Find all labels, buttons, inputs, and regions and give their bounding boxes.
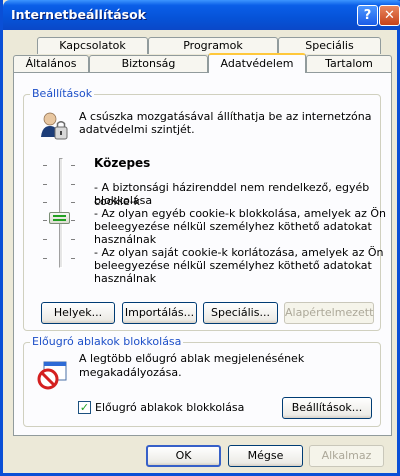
- ok-button[interactable]: OK: [146, 445, 221, 467]
- dialog-window: Internetbeállítások ? ✕ Kapcsolatok Prog…: [0, 0, 400, 476]
- popup-desc: A legtöbb előugró ablak megjelenésének m…: [79, 352, 305, 379]
- desc-line: használnak: [94, 272, 157, 285]
- privacy-level-title: Közepes: [94, 156, 151, 170]
- desc-line: - Az olyan saját cookie-k korlátozása, a…: [94, 246, 384, 259]
- import-button[interactable]: Importálás...: [122, 302, 197, 324]
- popup-block-checkbox[interactable]: ✓: [78, 401, 91, 414]
- popup-settings-button[interactable]: Beállítások...: [282, 397, 372, 419]
- slider-tick: [71, 165, 75, 166]
- tab-programok[interactable]: Programok: [148, 37, 278, 54]
- slider-tick: [43, 220, 47, 221]
- slider-tick: [71, 239, 75, 240]
- slider-tick: [43, 202, 47, 203]
- desc-line: blokkolása: [94, 194, 153, 207]
- slider-tick: [43, 258, 47, 259]
- slider-tick: [71, 258, 75, 259]
- tab-kapcsolatok[interactable]: Kapcsolatok: [37, 37, 148, 54]
- slider-tick: [43, 239, 47, 240]
- sites-button[interactable]: Helyek...: [41, 302, 115, 324]
- tab-specialis[interactable]: Speciális: [278, 37, 381, 54]
- slider-tick: [43, 165, 47, 166]
- tab-adatvedelem[interactable]: Adatvédelem: [208, 53, 306, 73]
- default-button[interactable]: Alapértelmezett: [284, 302, 374, 324]
- advanced-button[interactable]: Speciális...: [203, 302, 278, 324]
- slider-tick: [71, 184, 75, 185]
- desc-line: beleegyezése nélkül személyhez köthető a…: [94, 259, 372, 272]
- desc-line: használnak: [94, 233, 157, 246]
- help-button[interactable]: ?: [357, 5, 378, 26]
- popup-block-label[interactable]: Előugró ablakok blokkolása: [95, 401, 244, 415]
- intro-text-line1: A csúszka mozgatásával állíthatja be az …: [79, 110, 372, 123]
- tab-altalanos[interactable]: Általános: [13, 55, 89, 72]
- slider-thumb[interactable]: [49, 212, 70, 224]
- window-title: Internetbeállítások: [11, 7, 146, 22]
- tab-tartalom[interactable]: Tartalom: [306, 55, 392, 72]
- tab-biztonsag[interactable]: Biztonság: [89, 55, 208, 72]
- intro-text-line2: adatvédelmi szintjét.: [79, 123, 195, 136]
- apply-button[interactable]: Alkalmaz: [309, 445, 384, 467]
- settings-group-label: Beállítások: [30, 87, 95, 100]
- close-button[interactable]: ✕: [379, 5, 400, 26]
- popup-group-label: Előugró ablakok blokkolása: [30, 335, 184, 348]
- slider-tick: [71, 202, 75, 203]
- cancel-button[interactable]: Mégse: [228, 445, 303, 467]
- title-bar[interactable]: Internetbeállítások ? ✕: [3, 0, 400, 30]
- desc-line: beleegyezése nélkül személyhez köthető a…: [94, 220, 372, 233]
- desc-line: - Az olyan egyéb cookie-k blokkolása, am…: [94, 207, 386, 220]
- slider-tick: [43, 184, 47, 185]
- popup-blocker-icon: [36, 359, 68, 391]
- slider-tick: [71, 220, 75, 221]
- privacy-icon: [38, 110, 70, 142]
